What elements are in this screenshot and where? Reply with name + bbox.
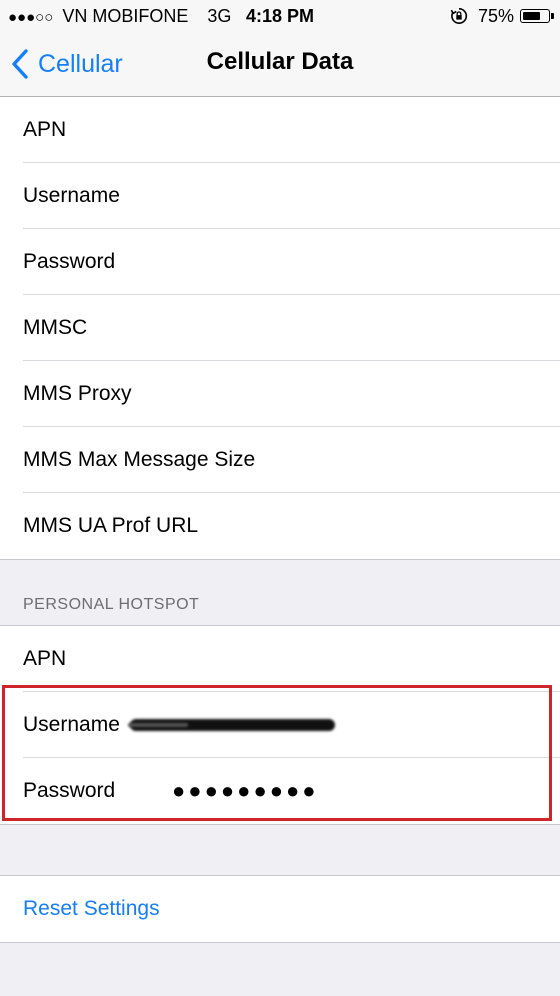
hotspot-field-username[interactable]: Username: [0, 692, 560, 758]
battery-fill: [523, 12, 540, 20]
status-bar: ●●●○○ VN MOBIFONE 3G 4:18 PM 75%: [0, 0, 560, 32]
field-mms-proxy[interactable]: MMS Proxy: [0, 361, 560, 427]
battery-icon: [520, 9, 554, 23]
field-password[interactable]: Password: [0, 229, 560, 295]
field-label: APN: [23, 647, 67, 670]
field-mms-max-message-size[interactable]: MMS Max Message Size: [0, 427, 560, 493]
mms-settings-group: APN Username Password MMSC MMS Proxy MMS…: [0, 97, 560, 560]
reset-group: Reset Settings: [0, 875, 560, 943]
field-apn[interactable]: APN: [0, 97, 560, 163]
field-label: MMSC: [23, 316, 88, 339]
hotspot-field-password[interactable]: Password ●●●●●●●●●: [0, 758, 560, 824]
hotspot-field-apn[interactable]: APN: [0, 626, 560, 692]
field-label: Password: [23, 779, 116, 802]
orientation-lock-icon: [450, 7, 468, 24]
reset-settings-button[interactable]: Reset Settings: [0, 876, 560, 942]
status-right: 75%: [450, 0, 554, 32]
battery-nub: [551, 13, 554, 19]
field-label: APN: [23, 118, 67, 141]
field-mmsc[interactable]: MMSC: [0, 295, 560, 361]
navigation-bar: Cellular Cellular Data: [0, 32, 560, 97]
field-username[interactable]: Username: [0, 163, 560, 229]
section-header-personal-hotspot: PERSONAL HOTSPOT: [23, 596, 200, 613]
page-title: Cellular Data: [206, 48, 354, 75]
personal-hotspot-group: APN Username Password ●●●●●●●●●: [0, 625, 560, 825]
field-label: MMS Proxy: [23, 382, 132, 405]
redacted-value-trail: [128, 723, 188, 727]
field-label: Password: [23, 250, 116, 273]
field-label: MMS Max Message Size: [23, 448, 256, 471]
field-label: Username: [23, 713, 120, 736]
battery-percent: 75%: [477, 6, 514, 26]
field-mms-ua-prof-url[interactable]: MMS UA Prof URL: [0, 493, 560, 559]
field-label: Username: [23, 184, 120, 207]
reset-settings-label: Reset Settings: [23, 897, 160, 920]
field-label: MMS UA Prof URL: [23, 514, 199, 537]
password-value: ●●●●●●●●●: [172, 778, 319, 803]
